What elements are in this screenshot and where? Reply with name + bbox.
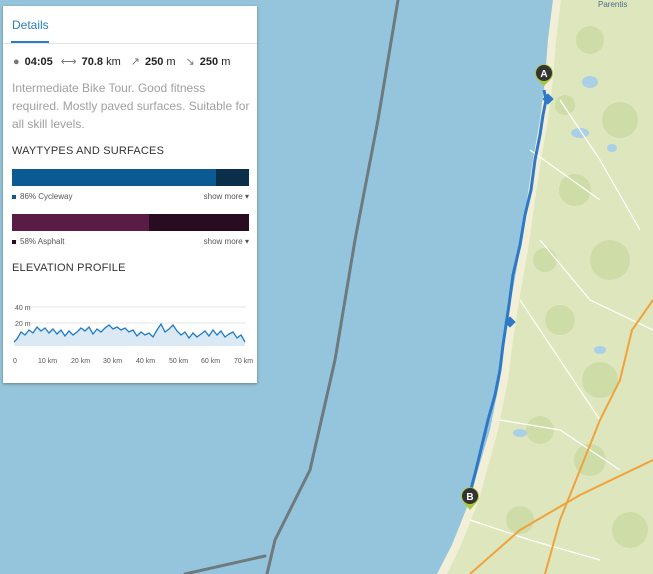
distance-icon: ⟷ bbox=[60, 56, 77, 68]
tab-bar: Details bbox=[3, 6, 257, 44]
x-tick-10: 10 km bbox=[38, 358, 57, 365]
surface-show-more-button[interactable]: show more ▾ bbox=[204, 237, 249, 246]
waytype-other-segment bbox=[216, 169, 249, 186]
svg-text:B: B bbox=[466, 492, 473, 503]
tour-description: Intermediate Bike Tour. Good fitness req… bbox=[12, 81, 250, 131]
ascent-icon: ↗ bbox=[130, 56, 140, 68]
x-tick-60: 60 km bbox=[201, 358, 220, 365]
x-tick-30: 30 km bbox=[103, 358, 122, 365]
tab-details[interactable]: Details bbox=[12, 18, 49, 32]
elevation-chart[interactable]: 40 m 20 m 0 10 km 20 km 30 km 40 km 50 k… bbox=[3, 294, 257, 374]
y-tick-40: 40 m bbox=[15, 305, 31, 312]
elevation-heading: ELEVATION PROFILE bbox=[12, 262, 126, 274]
clock-icon: ● bbox=[13, 55, 20, 68]
details-panel: Details ● 04:05 ⟷ 70.8 km ↗ 250 m ↘ 250 … bbox=[3, 6, 257, 383]
ascent-unit: m bbox=[166, 55, 176, 68]
descent-icon: ↘ bbox=[185, 56, 195, 68]
distance-unit: km bbox=[106, 55, 121, 68]
caret-down-icon: ▾ bbox=[244, 237, 249, 246]
town-label: Parentis bbox=[598, 0, 627, 9]
waytype-bar[interactable] bbox=[12, 169, 249, 186]
waytypes-heading: WAYTYPES AND SURFACES bbox=[12, 145, 165, 157]
x-tick-0: 0 bbox=[13, 358, 17, 365]
waytype-legend-label: 86% Cycleway bbox=[20, 192, 73, 201]
ascent-value: 250 bbox=[144, 55, 164, 68]
surface-other-segment bbox=[149, 214, 249, 231]
svg-text:A: A bbox=[540, 69, 547, 80]
tour-stats: ● 04:05 ⟷ 70.8 km ↗ 250 m ↘ 250 m bbox=[13, 55, 231, 69]
x-tick-50: 50 km bbox=[169, 358, 188, 365]
waytype-legend: 86% Cycleway bbox=[12, 192, 72, 201]
waytype-show-more-label: show more bbox=[203, 192, 243, 201]
legend-swatch bbox=[12, 194, 16, 199]
caret-down-icon: ▾ bbox=[244, 192, 249, 201]
x-tick-70: 70 km bbox=[234, 358, 253, 365]
waytype-show-more-button[interactable]: show more ▾ bbox=[204, 192, 249, 201]
x-tick-40: 40 km bbox=[136, 358, 155, 365]
descent-value: 250 bbox=[199, 55, 219, 68]
distance-value: 70.8 bbox=[81, 55, 103, 68]
surface-legend: 58% Asphalt bbox=[12, 237, 64, 246]
y-tick-20: 20 m bbox=[15, 321, 31, 328]
waytype-cycleway-segment bbox=[12, 169, 216, 186]
tab-underline bbox=[11, 41, 49, 43]
surface-asphalt-segment bbox=[12, 214, 149, 231]
surface-bar[interactable] bbox=[12, 214, 249, 231]
x-tick-20: 20 km bbox=[71, 358, 90, 365]
legend-swatch bbox=[12, 239, 16, 244]
surface-legend-label: 58% Asphalt bbox=[20, 237, 65, 246]
surface-show-more-label: show more bbox=[203, 237, 243, 246]
descent-unit: m bbox=[221, 55, 231, 68]
duration-value: 04:05 bbox=[24, 55, 53, 68]
